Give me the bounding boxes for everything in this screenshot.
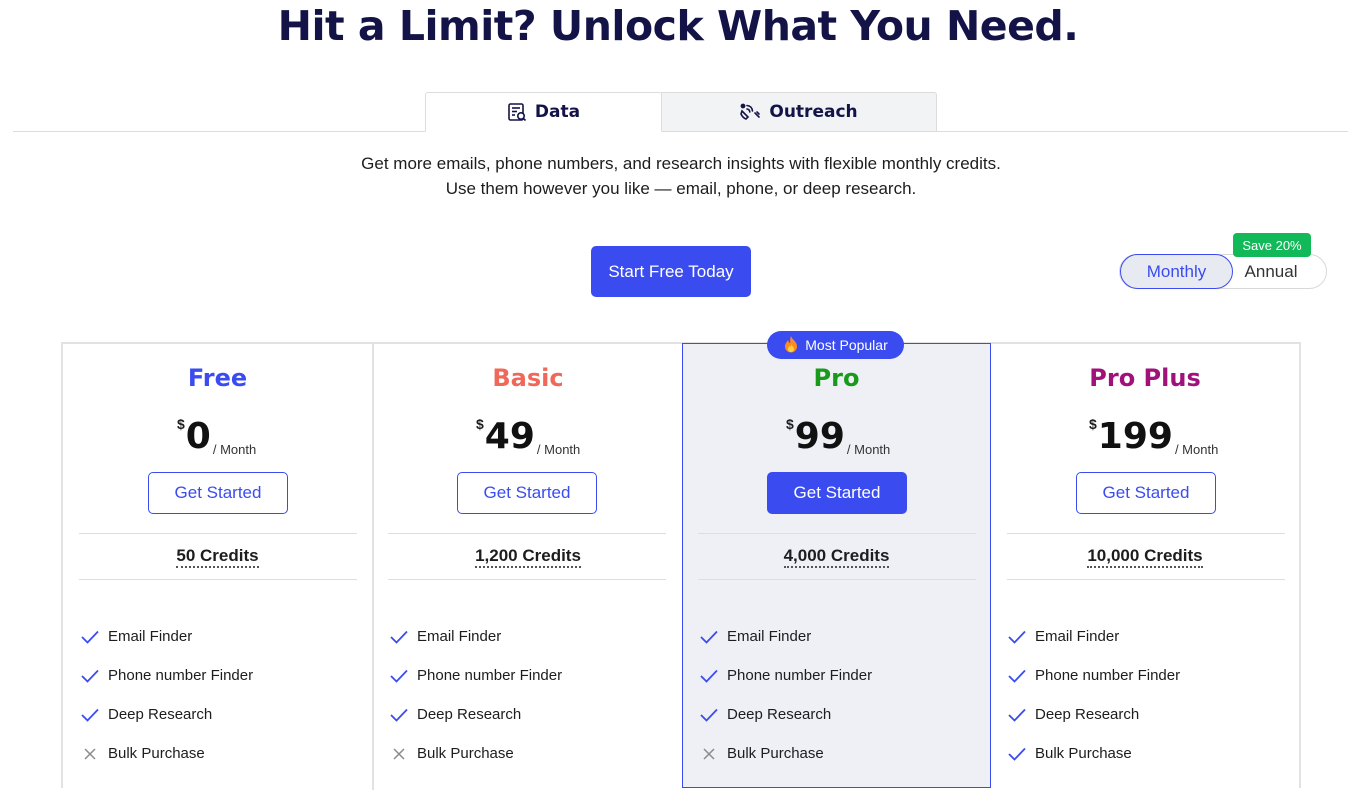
outreach-signal-icon (739, 102, 761, 122)
plan-card-basic: Basic $ 49 / Month Get Started 1,200 Cre… (372, 344, 682, 790)
tab-outreach-label: Outreach (769, 102, 858, 122)
check-icon (699, 666, 719, 686)
intro-line-1: Get more emails, phone numbers, and rese… (361, 154, 1001, 173)
fire-icon (783, 335, 799, 356)
check-icon (389, 666, 409, 686)
plan-name: Pro (813, 364, 860, 392)
check-icon (1007, 744, 1027, 764)
feature-item: Deep Research (80, 695, 253, 734)
tab-data-label: Data (534, 102, 581, 122)
cross-icon (389, 744, 409, 764)
plan-name: Free (187, 364, 248, 392)
page-title: Hit a Limit? Unlock What You Need. (277, 2, 1079, 50)
plan-card-pro-plus: Pro Plus $ 199 / Month Get Started 10,00… (991, 344, 1299, 790)
billing-annual-option[interactable]: Annual (1232, 255, 1310, 288)
check-icon (389, 705, 409, 725)
feature-item: Phone number Finder (80, 656, 253, 695)
divider (79, 533, 357, 534)
save-badge: Save 20% (1233, 233, 1311, 257)
plan-price: $ 49 / Month (374, 414, 682, 464)
price-currency: $ (177, 416, 185, 432)
price-period: / Month (1174, 442, 1219, 457)
plan-credits: 10,000 Credits (991, 546, 1299, 568)
divider (698, 533, 976, 534)
feature-list: Email Finder Phone number Finder Deep Re… (1007, 617, 1180, 773)
check-icon (389, 627, 409, 647)
check-icon (699, 705, 719, 725)
plan-card-free: Free $ 0 / Month Get Started 50 Credits … (63, 344, 372, 790)
most-popular-badge: Most Popular (767, 331, 904, 359)
plan-card-pro: Pro $ 99 / Month Get Started 4,000 Credi… (682, 343, 991, 788)
divider (1007, 579, 1285, 580)
feature-item: Deep Research (389, 695, 562, 734)
get-started-button-pro[interactable]: Get Started (767, 472, 907, 514)
divider (388, 579, 666, 580)
feature-item: Email Finder (699, 617, 872, 656)
feature-item: Phone number Finder (1007, 656, 1180, 695)
price-period: / Month (212, 442, 257, 457)
divider (698, 579, 976, 580)
plan-credits: 1,200 Credits (374, 546, 682, 568)
check-icon (1007, 666, 1027, 686)
feature-list: Email Finder Phone number Finder Deep Re… (389, 617, 562, 773)
plan-credits: 50 Credits (63, 546, 372, 568)
get-started-button-free[interactable]: Get Started (148, 472, 288, 514)
cross-icon (699, 744, 719, 764)
feature-item: Deep Research (1007, 695, 1180, 734)
feature-item: Bulk Purchase (699, 734, 872, 773)
feature-list: Email Finder Phone number Finder Deep Re… (699, 617, 872, 773)
billing-toggle: Monthly Annual (1119, 254, 1327, 289)
intro-line-2: Use them however you like — email, phone… (445, 179, 917, 198)
check-icon (80, 666, 100, 686)
start-free-button[interactable]: Start Free Today (591, 246, 751, 297)
check-icon (1007, 705, 1027, 725)
feature-item: Email Finder (80, 617, 253, 656)
plan-credits: 4,000 Credits (683, 546, 990, 568)
feature-item: Phone number Finder (389, 656, 562, 695)
price-currency: $ (476, 416, 484, 432)
tab-data[interactable]: Data (425, 92, 662, 132)
tab-outreach[interactable]: Outreach (661, 92, 937, 132)
plan-price: $ 199 / Month (991, 414, 1299, 464)
get-started-button-pro-plus[interactable]: Get Started (1076, 472, 1216, 514)
price-period: / Month (846, 442, 891, 457)
plan-name: Pro Plus (1089, 364, 1201, 392)
feature-list: Email Finder Phone number Finder Deep Re… (80, 617, 253, 773)
feature-item: Email Finder (389, 617, 562, 656)
divider (1007, 533, 1285, 534)
data-report-icon (507, 102, 527, 122)
price-amount: 199 (1097, 416, 1173, 457)
feature-item: Bulk Purchase (389, 734, 562, 773)
check-icon (80, 627, 100, 647)
price-currency: $ (1089, 416, 1097, 432)
check-icon (80, 705, 100, 725)
price-currency: $ (786, 416, 794, 432)
price-amount: 49 (484, 416, 535, 457)
price-period: / Month (536, 442, 581, 457)
plan-price: $ 0 / Month (63, 414, 372, 464)
get-started-button-basic[interactable]: Get Started (457, 472, 597, 514)
plan-price: $ 99 / Month (683, 414, 990, 464)
feature-item: Email Finder (1007, 617, 1180, 656)
most-popular-label: Most Popular (805, 337, 888, 353)
billing-monthly-option[interactable]: Monthly (1120, 254, 1233, 289)
feature-item: Bulk Purchase (80, 734, 253, 773)
pricing-plans: Free $ 0 / Month Get Started 50 Credits … (61, 342, 1301, 790)
divider (388, 533, 666, 534)
check-icon (1007, 627, 1027, 647)
price-amount: 0 (185, 416, 211, 457)
cross-icon (80, 744, 100, 764)
price-amount: 99 (794, 416, 845, 457)
divider (79, 579, 357, 580)
check-icon (699, 627, 719, 647)
feature-item: Deep Research (699, 695, 872, 734)
feature-item: Phone number Finder (699, 656, 872, 695)
plan-name: Basic (492, 364, 564, 392)
feature-item: Bulk Purchase (1007, 734, 1180, 773)
